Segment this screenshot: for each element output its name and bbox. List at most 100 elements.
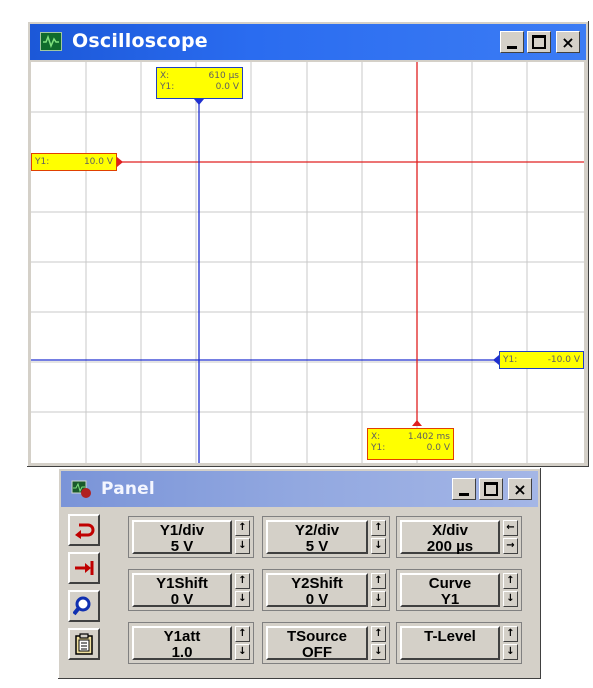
hline-top-marker — [117, 157, 123, 167]
knob-value: 5 V — [305, 538, 329, 555]
clipboard-button[interactable] — [68, 628, 100, 660]
knob-tsource-display: TSource OFF — [266, 626, 368, 661]
knob-value: 0 V — [170, 591, 194, 608]
minimize-icon — [507, 45, 517, 49]
spin-up-button[interactable]: ↑ — [503, 573, 518, 589]
knob-y2-div: Y2/div 5 V ↑ ↓ — [262, 516, 390, 558]
close-button[interactable]: × — [556, 31, 580, 53]
spin-right-button[interactable]: → — [503, 538, 518, 554]
cursor-1-y-label: Y1: — [160, 82, 175, 92]
knob-y2-shift: Y2Shift 0 V ↑ ↓ — [262, 569, 390, 611]
knob-t-level: T-Level ↑ ↓ — [396, 622, 522, 664]
knob-value: 5 V — [170, 538, 194, 555]
spin-down-button[interactable]: ↓ — [503, 644, 518, 660]
step-icon — [75, 561, 94, 575]
spin-down-button[interactable]: ↓ — [371, 591, 386, 607]
maximize-icon — [532, 35, 546, 49]
panel-minimize-button[interactable] — [452, 478, 476, 500]
knob-tsource: TSource OFF ↑ ↓ — [262, 622, 390, 664]
hline-bottom-readout[interactable]: Y1: -10.0 V — [499, 351, 584, 369]
cursor-2-y-value: 0.0 V — [426, 443, 450, 453]
spin-up-button[interactable]: ↑ — [235, 573, 250, 589]
knob-value: 200 µs — [426, 538, 474, 555]
knob-y1-att: Y1att 1.0 ↑ ↓ — [128, 622, 254, 664]
knob-label: T-Level — [424, 628, 476, 645]
knob-x-div-display: X/div 200 µs — [400, 520, 500, 555]
spin-up-button[interactable]: ↑ — [371, 573, 386, 589]
panel-titlebar[interactable]: Panel × — [61, 471, 538, 507]
cursor-1-readout[interactable]: X: 610 µs Y1: 0.0 V — [156, 67, 243, 99]
knob-curve: Curve Y1 ↑ ↓ — [396, 569, 522, 611]
hline-top-readout[interactable]: Y1: 10.0 V — [31, 153, 117, 171]
maximize-icon — [484, 482, 498, 496]
oscilloscope-window: Oscilloscope × X: 610 µs Y1: 0.0 V X: 1.… — [26, 20, 590, 468]
knob-value: 0 V — [305, 591, 329, 608]
zoom-button[interactable] — [68, 590, 100, 622]
knob-label: Y2/div — [294, 522, 340, 539]
knob-value: 1.0 — [171, 644, 193, 661]
panel-close-button[interactable]: × — [508, 478, 532, 500]
hline-bottom-value: -10.0 V — [547, 355, 580, 365]
knob-y1-div-display: Y1/div 5 V — [132, 520, 232, 555]
knob-label: TSource — [286, 628, 347, 645]
spin-up-button[interactable]: ↑ — [503, 626, 518, 642]
cursor-1-x-label: X: — [160, 71, 170, 81]
panel-maximize-button[interactable] — [479, 478, 503, 500]
cursor-1-x-value: 610 µs — [208, 71, 239, 81]
knob-t-level-display: T-Level — [400, 626, 500, 660]
knob-label: Curve — [428, 575, 472, 592]
scope-grid — [31, 62, 584, 463]
knob-label: Y1/div — [159, 522, 205, 539]
clipboard-icon — [75, 633, 93, 655]
scope-display[interactable]: X: 610 µs Y1: 0.0 V X: 1.402 ms Y1: 0.0 … — [31, 62, 584, 463]
oscilloscope-title: Oscilloscope — [72, 30, 208, 52]
hline-bottom-label: Y1: — [503, 355, 518, 365]
spin-left-button[interactable]: ← — [503, 520, 518, 536]
oscilloscope-icon — [40, 32, 62, 51]
spin-down-button[interactable]: ↓ — [235, 644, 250, 660]
knob-y2-shift-display: Y2Shift 0 V — [266, 573, 368, 608]
desktop: Oscilloscope × X: 610 µs Y1: 0.0 V X: 1.… — [0, 0, 593, 688]
zoom-icon — [73, 596, 91, 616]
knob-label: X/div — [432, 522, 468, 539]
spin-down-button[interactable]: ↓ — [235, 538, 250, 554]
spin-up-button[interactable]: ↑ — [235, 520, 250, 536]
loop-icon — [75, 523, 95, 539]
minimize-icon — [459, 492, 469, 496]
step-button[interactable] — [68, 552, 100, 584]
cursor-2-readout[interactable]: X: 1.402 ms Y1: 0.0 V — [367, 428, 454, 460]
hline-top-value: 10.0 V — [83, 157, 113, 167]
spin-down-button[interactable]: ↓ — [503, 591, 518, 607]
panel-title: Panel — [101, 479, 155, 499]
hline-top-label: Y1: — [35, 157, 50, 167]
knob-y1-shift-display: Y1Shift 0 V — [132, 573, 232, 608]
panel-window: Panel × Y1/div 5 V ↑ ↓ Y2/div 5 V ↑ ↓ X/… — [57, 467, 542, 680]
spin-up-button[interactable]: ↑ — [235, 626, 250, 642]
knob-label: Y1att — [163, 628, 201, 645]
panel-icon — [71, 479, 93, 499]
cursor-2-x-value: 1.402 ms — [407, 432, 450, 442]
knob-label: Y2Shift — [291, 575, 343, 592]
spin-up-button[interactable]: ↑ — [371, 520, 386, 536]
knob-y2-div-display: Y2/div 5 V — [266, 520, 368, 555]
spin-down-button[interactable]: ↓ — [371, 538, 386, 554]
knob-y1-div: Y1/div 5 V ↑ ↓ — [128, 516, 254, 558]
panel-toolbar — [68, 514, 102, 666]
spin-up-button[interactable]: ↑ — [371, 626, 386, 642]
maximize-button[interactable] — [527, 31, 551, 53]
knob-y1-att-display: Y1att 1.0 — [132, 626, 232, 661]
oscilloscope-titlebar[interactable]: Oscilloscope × — [30, 24, 586, 60]
knob-label: Y1Shift — [156, 575, 208, 592]
minimize-button[interactable] — [500, 31, 524, 53]
knob-curve-display: Curve Y1 — [400, 573, 500, 608]
cursor-2-marker — [412, 420, 422, 426]
cursor-2-x-label: X: — [371, 432, 381, 442]
knob-value: OFF — [302, 644, 332, 661]
loop-button[interactable] — [68, 514, 100, 546]
cursor-1-y-value: 0.0 V — [215, 82, 239, 92]
knob-value: Y1 — [440, 591, 460, 608]
spin-down-button[interactable]: ↓ — [371, 644, 386, 660]
spin-down-button[interactable]: ↓ — [235, 591, 250, 607]
cursor-2-y-label: Y1: — [371, 443, 386, 453]
knob-y1-shift: Y1Shift 0 V ↑ ↓ — [128, 569, 254, 611]
